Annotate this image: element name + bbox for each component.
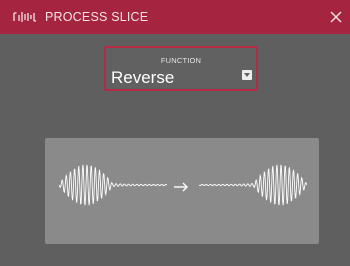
reversed-waveform-path [199, 164, 307, 206]
preview-panel [45, 138, 319, 244]
title-bar: PROCESS SLICE [0, 0, 350, 34]
dropdown-button[interactable] [242, 70, 252, 80]
arrow-right-icon [174, 182, 188, 192]
dialog-title: PROCESS SLICE [45, 10, 149, 24]
reversed-waveform-icon [199, 164, 307, 206]
function-value[interactable]: Reverse [111, 68, 174, 88]
waveform-logo-icon [13, 12, 36, 22]
waveform-path [59, 164, 167, 206]
process-slice-dialog: PROCESS SLICE FUNCTION Reverse [0, 0, 350, 266]
function-label: FUNCTION [160, 56, 202, 65]
function-selector[interactable]: FUNCTION Reverse [104, 46, 258, 91]
chevron-down-icon [244, 73, 250, 77]
close-icon[interactable] [329, 10, 343, 24]
waveform-icon [59, 164, 167, 206]
